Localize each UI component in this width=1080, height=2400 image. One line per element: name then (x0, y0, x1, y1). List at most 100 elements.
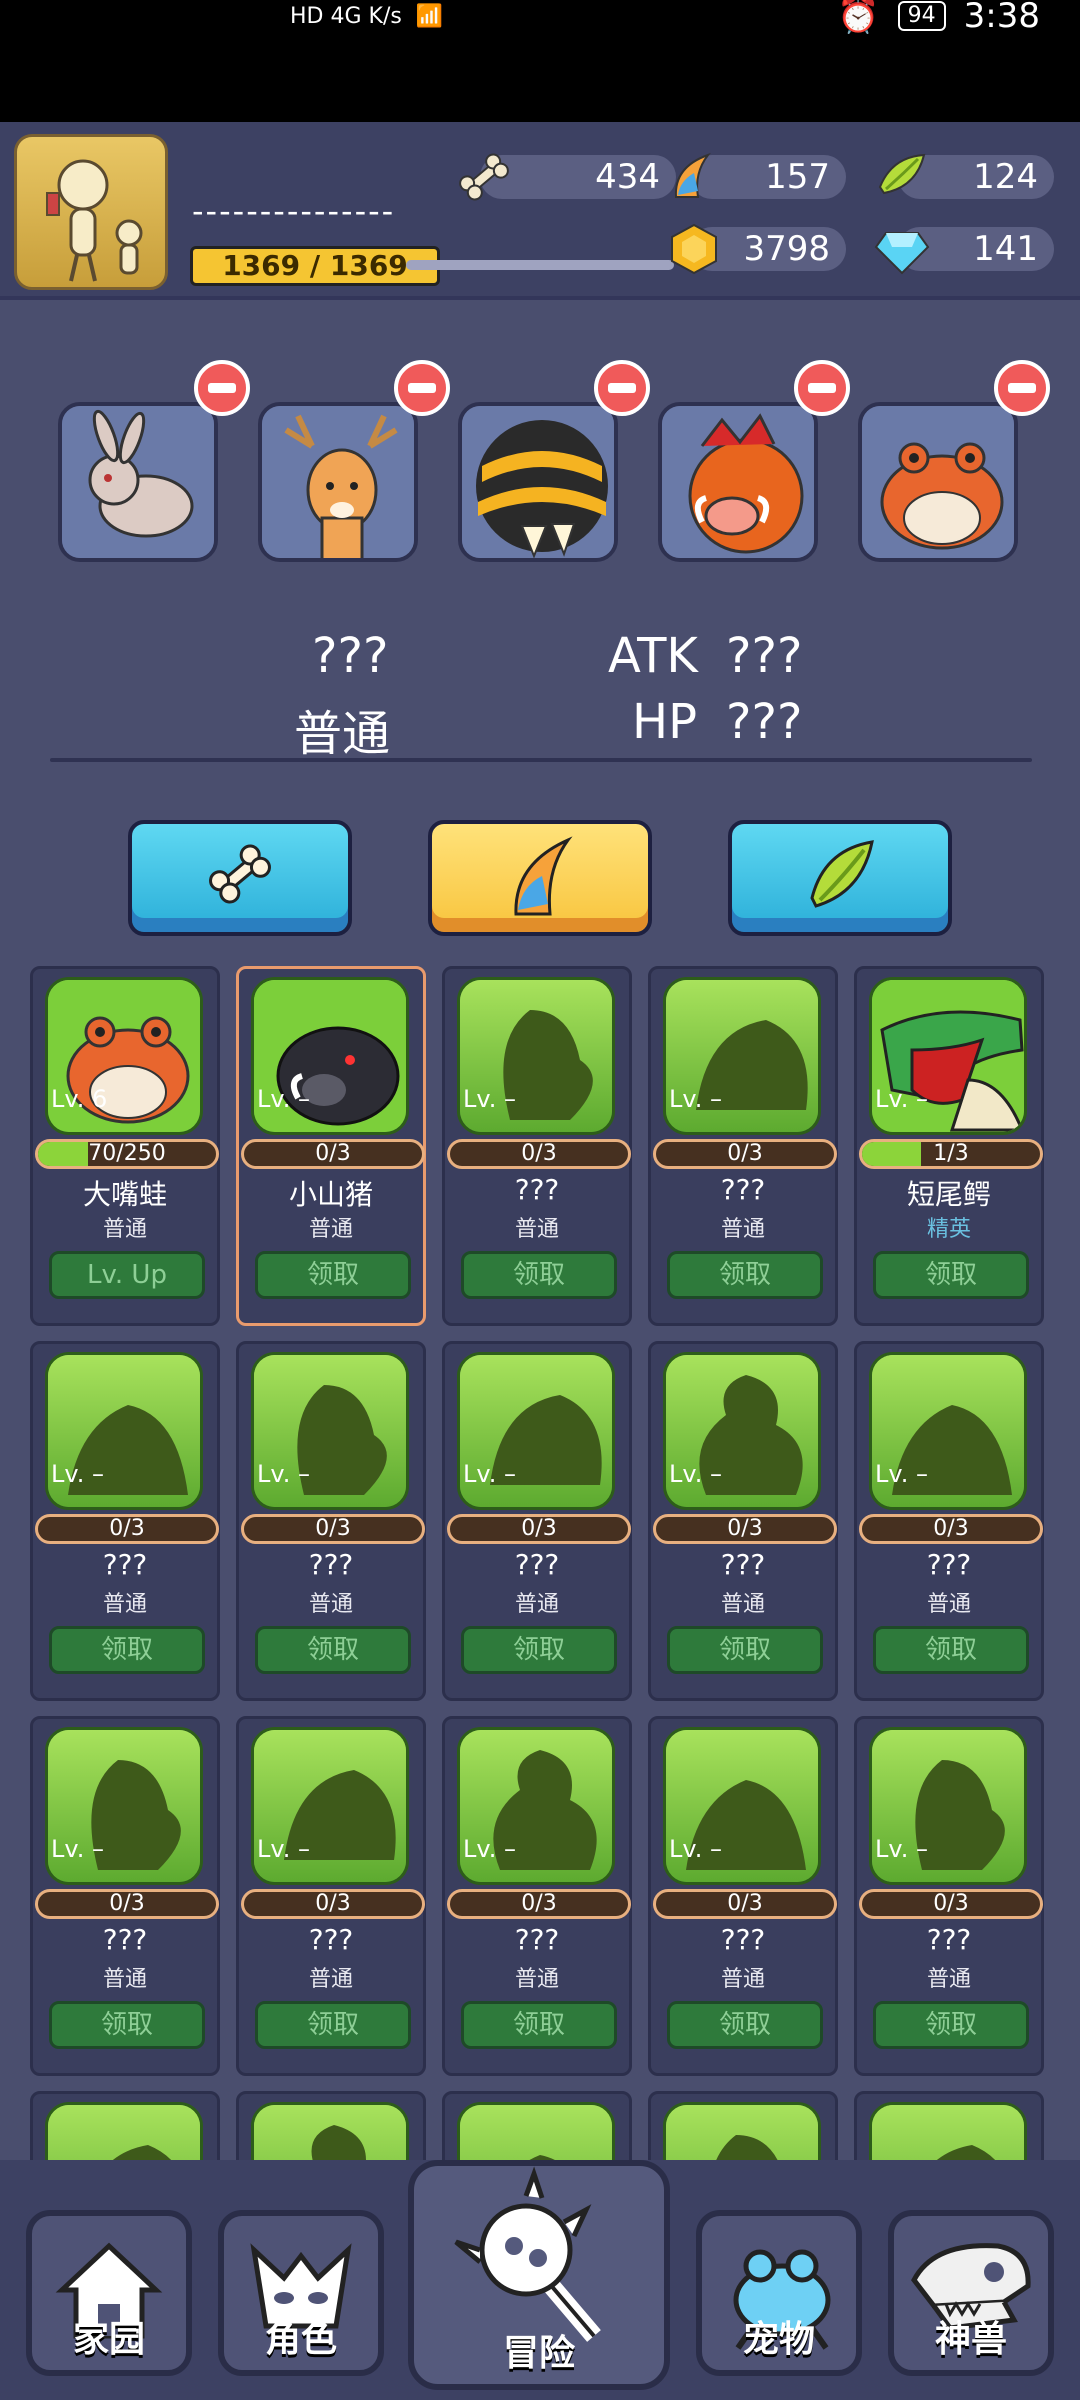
claim-button[interactable]: 领取 (667, 2001, 823, 2049)
pet-card[interactable]: Lv. 6 70/250 大嘴蛙 普通 Lv. Up (30, 966, 220, 1326)
pet-progress-bar: 0/3 (447, 1889, 631, 1919)
pet-name: 大嘴蛙 (82, 1178, 167, 1211)
tab-leaf[interactable] (728, 820, 952, 936)
claim-button[interactable]: 领取 (49, 2001, 205, 2049)
pet-card[interactable] (648, 2091, 838, 2162)
frog-icon (862, 406, 1014, 558)
pet-card[interactable] (854, 2091, 1044, 2162)
claim-button[interactable]: Lv. Up (49, 1251, 205, 1299)
leaf-count: 124 (973, 157, 1038, 197)
pet-card[interactable] (30, 2091, 220, 2162)
nav-home[interactable]: 家园 (26, 2210, 192, 2376)
gem-resource: 141 (874, 227, 1054, 275)
nav-beast[interactable]: 神兽 (888, 2210, 1054, 2376)
selected-pet-3[interactable] (458, 402, 618, 562)
claim-button[interactable]: 领取 (255, 2001, 411, 2049)
pet-rarity: 普通 (308, 1217, 353, 1242)
claim-button[interactable]: 领取 (255, 1626, 411, 1674)
pet-level: Lv. – (875, 1460, 928, 1488)
pet-info-atk-label: ATK (608, 628, 698, 684)
tab-claw[interactable] (428, 820, 652, 936)
leaf-icon (878, 153, 926, 195)
remove-pet-5-button[interactable] (994, 360, 1050, 416)
selected-pet-2[interactable] (258, 402, 418, 562)
pet-rarity: 精英 (926, 1217, 971, 1242)
pet-progress-text: 0/3 (933, 1516, 969, 1541)
pet-progress-text: 0/3 (933, 1891, 969, 1916)
pet-progress-bar: 0/3 (653, 1514, 837, 1544)
selected-pet-5[interactable] (858, 402, 1018, 562)
pet-level: Lv. – (463, 1835, 516, 1863)
claim-button[interactable]: 领取 (49, 1626, 205, 1674)
claim-button[interactable]: 领取 (667, 1626, 823, 1674)
player-name: --------------- (192, 192, 396, 230)
pet-card[interactable]: Lv. – 0/3??? 普通 领取 (30, 1716, 220, 2076)
pet-info-name: ??? (312, 628, 389, 684)
pet-progress-text: 0/3 (315, 1141, 351, 1166)
pet-progress-bar: 0/3 (859, 1889, 1043, 1919)
claw-icon (514, 836, 573, 916)
claim-button[interactable]: 领取 (255, 1251, 411, 1299)
pet-card[interactable]: Lv. – 0/3??? 普通 领取 (442, 1341, 632, 1701)
drag-handle[interactable] (406, 260, 674, 270)
remove-pet-4-button[interactable] (794, 360, 850, 416)
pet-card[interactable]: Lv. – 0/3??? 普通 领取 (442, 966, 632, 1326)
pet-card[interactable]: Lv. – 0/3??? 普通 领取 (236, 1716, 426, 2076)
locked-pet-silhouette-icon (872, 2105, 1024, 2162)
remove-pet-2-button[interactable] (394, 360, 450, 416)
nav-pet[interactable]: 宠物 (696, 2210, 862, 2376)
pet-rarity: 普通 (514, 1217, 559, 1242)
bottom-nav: 家园 角色 冒险 宠物 神兽 (0, 2160, 1080, 2400)
pet-info-hp-label: HP (632, 694, 698, 750)
pet-card[interactable]: Lv. – 0/3??? 普通 领取 (442, 1716, 632, 2076)
rabbit-icon (62, 406, 214, 558)
nav-adventure[interactable]: 冒险 (408, 2160, 670, 2390)
pet-card[interactable]: Lv. – 0/3??? 普通 领取 (648, 1716, 838, 2076)
claim-button[interactable]: 领取 (667, 1251, 823, 1299)
pet-info-rarity: 普通 (294, 706, 391, 762)
pet-card[interactable]: Lv. – 0/3??? 普通 领取 (854, 1716, 1044, 2076)
pet-card[interactable]: Lv. – 0/3??? 普通 领取 (648, 1341, 838, 1701)
pet-card[interactable]: Lv. – 0/3??? 普通 领取 (236, 1341, 426, 1701)
pet-grid: Lv. 6 70/250 大嘴蛙 普通 Lv. Up Lv. –0/3 小山猪 普通 领取 Lv.… (30, 966, 1050, 2162)
tab-bone[interactable] (128, 820, 352, 936)
pet-rarity: 普通 (514, 1967, 559, 1992)
claim-button[interactable]: 领取 (461, 1626, 617, 1674)
locked-pet-silhouette-icon (48, 2105, 200, 2162)
claim-button[interactable]: 领取 (461, 1251, 617, 1299)
claim-button[interactable]: 领取 (873, 1251, 1029, 1299)
pet-card[interactable]: Lv. – 0/3??? 普通 领取 (30, 1341, 220, 1701)
remove-pet-3-button[interactable] (594, 360, 650, 416)
battery-indicator: 94 (897, 1, 946, 31)
pet-name: 短尾鳄 (906, 1178, 991, 1211)
pet-level: Lv. – (669, 1460, 722, 1488)
pet-card[interactable] (236, 2091, 426, 2162)
bee-icon (462, 406, 614, 558)
claim-button[interactable]: 领取 (873, 1626, 1029, 1674)
pet-rarity: 普通 (308, 1967, 353, 1992)
pet-name: ??? (102, 1548, 148, 1581)
leaf-resource: 124 (878, 153, 1054, 199)
info-divider (50, 758, 1032, 762)
pet-card[interactable]: Lv. – 1/3 短尾鳄 精英 领取 (854, 966, 1044, 1326)
pet-card[interactable]: Lv. – 0/3 小山猪 普通 领取 (236, 966, 426, 1326)
claim-button[interactable]: 领取 (461, 2001, 617, 2049)
pet-card[interactable]: Lv. – 0/3??? 普通 领取 (854, 1341, 1044, 1701)
pet-rarity: 普通 (720, 1217, 765, 1242)
boar-icon (662, 406, 814, 558)
selected-pet-1[interactable] (58, 402, 218, 562)
selected-pet-4[interactable] (658, 402, 818, 562)
pet-progress-bar: 1/3 (859, 1139, 1043, 1169)
pet-progress-bar: 0/3 (447, 1514, 631, 1544)
player-avatar[interactable] (14, 134, 168, 290)
remove-pet-1-button[interactable] (194, 360, 250, 416)
pet-level: Lv. – (669, 1085, 722, 1113)
pet-name: ??? (102, 1923, 148, 1956)
nav-character[interactable]: 角色 (218, 2210, 384, 2376)
claim-button[interactable]: 领取 (873, 2001, 1029, 2049)
pet-progress-text: 0/3 (109, 1516, 145, 1541)
pet-card[interactable] (442, 2091, 632, 2162)
pet-level: Lv. – (463, 1085, 516, 1113)
pet-card[interactable]: Lv. – 0/3??? 普通 领取 (648, 966, 838, 1326)
nav-adventure-label: 冒险 (502, 2333, 575, 2374)
